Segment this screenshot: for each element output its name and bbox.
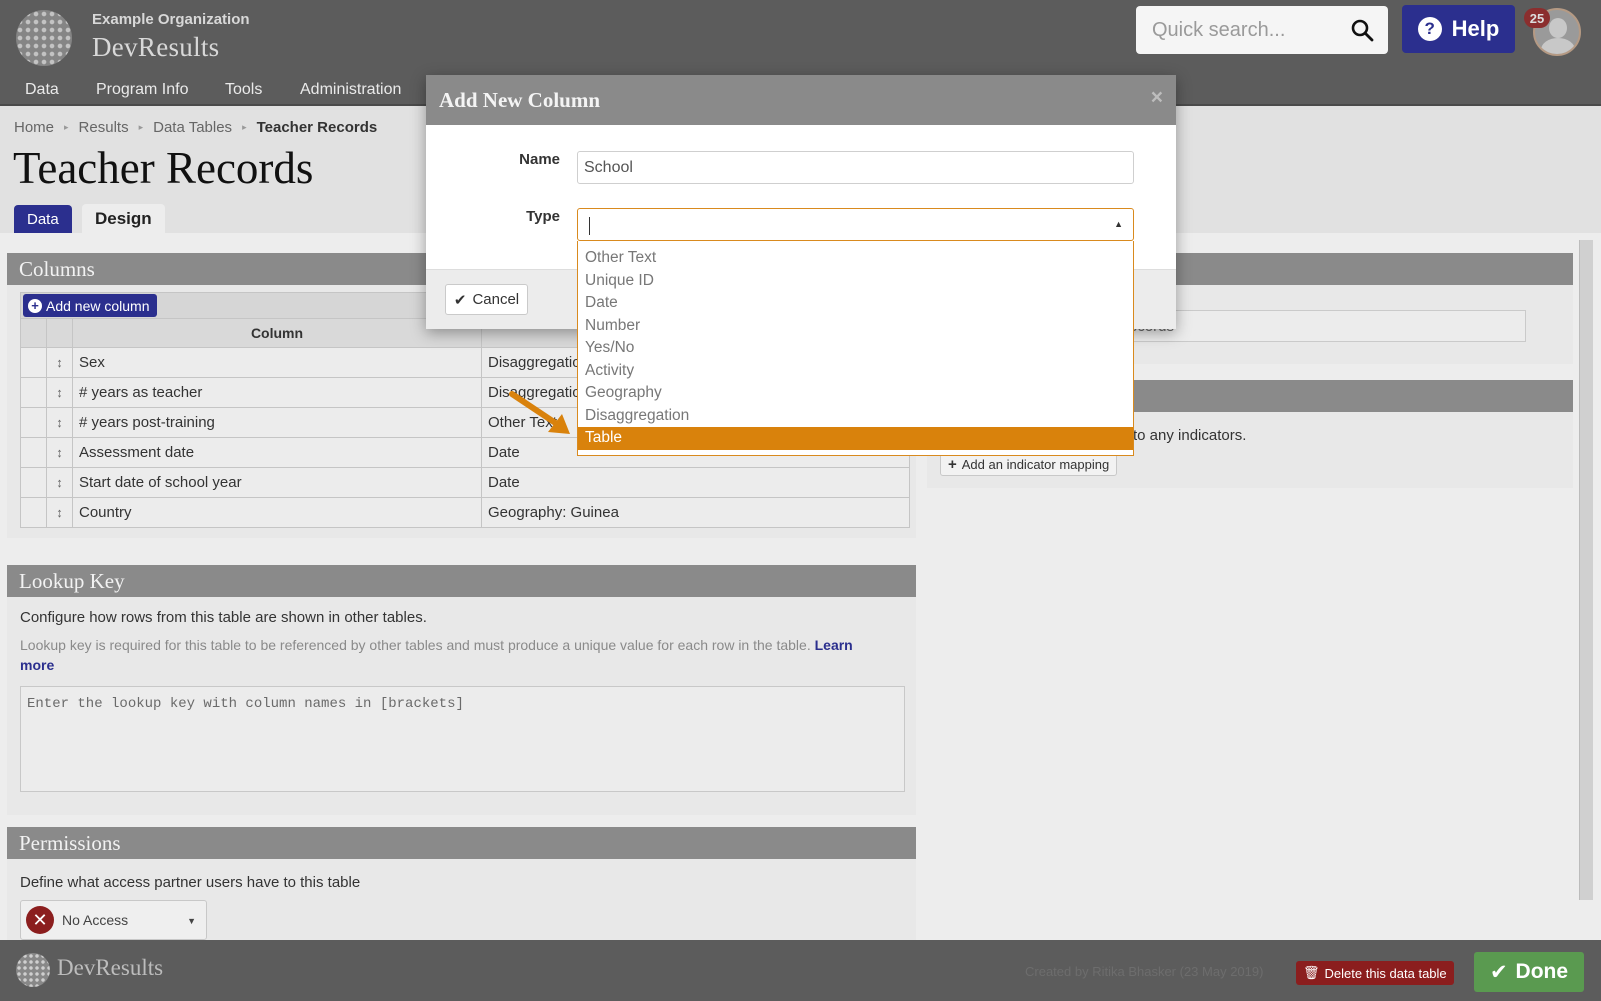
cancel-button[interactable]: ✔ Cancel bbox=[445, 284, 528, 315]
top-header: Example Organization DevResults ? Help 2… bbox=[0, 0, 1601, 76]
column-name: # years as teacher bbox=[72, 377, 482, 408]
drag-handle-icon[interactable]: ↕ bbox=[46, 437, 73, 468]
done-button[interactable]: ✔ Done bbox=[1474, 952, 1584, 992]
type-dropdown-list: Other Text Unique ID Date Number Yes/No … bbox=[577, 241, 1134, 456]
mapping-text: to any indicators. bbox=[1133, 427, 1247, 444]
table-name-input[interactable]: ecords bbox=[1120, 310, 1526, 342]
plus-icon: + bbox=[948, 455, 957, 473]
lookup-key-panel: Configure how rows from this table are s… bbox=[7, 597, 916, 815]
modal-header: Add New Column × bbox=[426, 75, 1176, 125]
drag-handle-icon[interactable]: ↕ bbox=[46, 407, 73, 438]
org-logo-icon[interactable] bbox=[16, 10, 72, 66]
breadcrumb-data-tables[interactable]: Data Tables bbox=[153, 119, 232, 136]
permissions-description: Define what access partner users have to… bbox=[20, 874, 361, 891]
table-header-blank bbox=[46, 318, 73, 348]
question-icon: ? bbox=[1417, 17, 1442, 41]
type-select[interactable]: ▲ bbox=[577, 208, 1134, 241]
footer-brand: DevResults bbox=[57, 955, 164, 980]
notification-badge[interactable]: 25 bbox=[1524, 8, 1550, 28]
check-icon: ✔ bbox=[453, 291, 467, 309]
add-new-column-label: Add new column bbox=[46, 297, 150, 314]
quick-search bbox=[1136, 6, 1388, 54]
column-name: Sex bbox=[72, 347, 482, 378]
breadcrumb: Home ▸ Results ▸ Data Tables ▸ Teacher R… bbox=[14, 119, 377, 136]
drag-handle-icon[interactable]: ↕ bbox=[46, 467, 73, 498]
lookup-key-input[interactable] bbox=[20, 686, 905, 792]
close-icon[interactable]: × bbox=[1151, 86, 1163, 110]
cancel-label: Cancel bbox=[472, 291, 520, 308]
type-option[interactable]: Activity bbox=[578, 360, 1133, 383]
column-name-input[interactable] bbox=[577, 151, 1134, 184]
lookup-note-text: Lookup key is required for this table to… bbox=[20, 637, 811, 653]
created-by: Created by Ritika Bhasker (23 May 2019) bbox=[1025, 964, 1264, 979]
no-access-icon: ✕ bbox=[26, 906, 54, 934]
add-new-column-button[interactable]: + Add new column bbox=[23, 294, 157, 317]
table-row[interactable]: ↕ Start date of school year Date bbox=[20, 467, 910, 498]
org-name: Example Organization bbox=[92, 11, 250, 28]
page-scrollbar[interactable] bbox=[1579, 240, 1593, 900]
permissions-select[interactable]: ✕ No Access ▼ bbox=[20, 900, 207, 940]
type-option[interactable]: Disaggregation bbox=[578, 405, 1133, 428]
help-button[interactable]: ? Help bbox=[1402, 5, 1515, 53]
table-header-column: Column bbox=[72, 318, 482, 348]
nav-item-program-info[interactable]: Program Info bbox=[96, 81, 188, 99]
brand-name: DevResults bbox=[92, 32, 220, 62]
tab-data[interactable]: Data bbox=[14, 205, 72, 233]
text-cursor bbox=[589, 217, 590, 235]
footer: DevResults Created by Ritika Bhasker (23… bbox=[0, 940, 1601, 1001]
table-header-blank bbox=[20, 318, 47, 348]
table-row[interactable]: ↕ Country Geography: Guinea bbox=[20, 497, 910, 528]
drag-handle-icon[interactable]: ↕ bbox=[46, 347, 73, 378]
search-input[interactable] bbox=[1136, 6, 1342, 54]
column-name: Assessment date bbox=[72, 437, 482, 468]
breadcrumb-separator-icon: ▸ bbox=[242, 122, 247, 132]
name-label: Name bbox=[519, 151, 560, 168]
type-label: Type bbox=[526, 208, 560, 225]
breadcrumb-separator-icon: ▸ bbox=[138, 122, 144, 132]
trash-icon: 🗑 bbox=[1303, 965, 1320, 980]
breadcrumb-home[interactable]: Home bbox=[14, 119, 54, 136]
column-name: Start date of school year bbox=[72, 467, 482, 498]
type-option[interactable]: Unique ID bbox=[578, 270, 1133, 293]
help-label: Help bbox=[1451, 16, 1500, 41]
drag-handle-icon[interactable]: ↕ bbox=[46, 377, 73, 408]
type-option[interactable]: Yes/No bbox=[578, 337, 1133, 360]
column-name: # years post-training bbox=[72, 407, 482, 438]
permissions-panel: Define what access partner users have to… bbox=[7, 859, 916, 940]
type-option-highlighted[interactable]: Table bbox=[578, 427, 1133, 450]
column-type: Date bbox=[481, 467, 910, 498]
breadcrumb-current: Teacher Records bbox=[256, 119, 378, 136]
delete-table-button[interactable]: 🗑 Delete this data table bbox=[1296, 961, 1454, 985]
caret-down-icon: ▼ bbox=[187, 916, 196, 926]
modal-title: Add New Column bbox=[439, 87, 601, 112]
type-option[interactable]: Geography bbox=[578, 382, 1133, 405]
tab-design[interactable]: Design bbox=[82, 204, 165, 234]
caret-up-icon: ▲ bbox=[1114, 219, 1123, 229]
footer-logo-icon bbox=[16, 953, 50, 987]
nav-item-tools[interactable]: Tools bbox=[225, 81, 262, 99]
done-label: Done bbox=[1515, 960, 1569, 983]
lookup-note: Lookup key is required for this table to… bbox=[20, 635, 880, 675]
nav-item-data[interactable]: Data bbox=[25, 81, 59, 99]
check-icon: ✔ bbox=[1489, 960, 1508, 984]
type-option[interactable]: Date bbox=[578, 292, 1133, 315]
search-icon[interactable] bbox=[1350, 18, 1374, 42]
annotation-arrow-icon bbox=[509, 391, 570, 434]
lookup-key-title: Lookup Key bbox=[7, 565, 916, 597]
plus-circle-icon: + bbox=[28, 298, 42, 313]
breadcrumb-results[interactable]: Results bbox=[79, 119, 129, 136]
delete-table-label: Delete this data table bbox=[1324, 965, 1447, 981]
type-option[interactable]: Other Text bbox=[578, 247, 1133, 270]
permissions-title: Permissions bbox=[7, 827, 916, 859]
nav-item-administration[interactable]: Administration bbox=[300, 81, 401, 99]
column-name: Country bbox=[72, 497, 482, 528]
drag-handle-icon[interactable]: ↕ bbox=[46, 497, 73, 528]
lookup-description: Configure how rows from this table are s… bbox=[20, 609, 427, 626]
type-option[interactable]: Number bbox=[578, 315, 1133, 338]
breadcrumb-separator-icon: ▸ bbox=[64, 122, 69, 132]
column-type: Geography: Guinea bbox=[481, 497, 910, 528]
permissions-selected: No Access bbox=[62, 912, 129, 928]
add-indicator-mapping-label: Add an indicator mapping bbox=[961, 456, 1110, 472]
page-title: Teacher Records bbox=[13, 143, 314, 193]
